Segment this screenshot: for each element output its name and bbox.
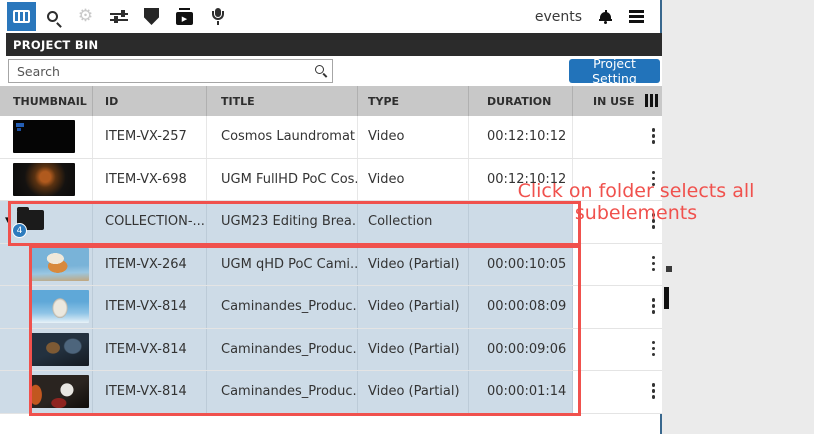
item-title: Caminandes_Produc... (207, 286, 358, 328)
item-type: Video (Partial) (358, 329, 469, 371)
video-thumbnail[interactable] (31, 290, 89, 323)
microphone-icon (211, 8, 225, 25)
panel-titlebar: PROJECT BIN (6, 33, 662, 56)
search-row: Project Setting (0, 56, 662, 86)
microphone-tool-button[interactable] (201, 2, 234, 31)
column-settings-icon[interactable] (645, 94, 658, 107)
media-player-icon: ▶ (176, 12, 193, 25)
item-id: COLLECTION-... (93, 201, 207, 243)
panel-title: PROJECT BIN (13, 38, 98, 52)
item-duration: 00:00:10:05 (469, 244, 573, 286)
video-thumbnail[interactable] (13, 163, 75, 196)
video-thumbnail[interactable] (13, 120, 75, 153)
workflow-tool-button-disabled: ⚙ (69, 2, 102, 31)
in-use-cell (573, 371, 662, 413)
item-duration: 00:12:10:12 (469, 116, 573, 158)
item-type: Video (Partial) (358, 286, 469, 328)
item-duration: 00:12:10:12 (469, 159, 573, 201)
table-row-child[interactable]: ITEM-VX-264 UGM qHD PoC Cami... Video (P… (0, 244, 662, 287)
item-id: ITEM-VX-257 (93, 116, 207, 158)
cursor-artifact (666, 266, 672, 272)
item-title: Cosmos Laundromat (207, 116, 358, 158)
item-type: Video (Partial) (358, 244, 469, 286)
in-use-cell (573, 286, 662, 328)
table-row-collection[interactable]: ▾ 4 COLLECTION-... UGM23 Editing Brea...… (0, 201, 662, 244)
item-duration (469, 201, 573, 243)
app-window: ⚙ ▶ events PROJECT BIN Project Setting (0, 0, 662, 434)
item-title: UGM qHD PoC Cami... (207, 244, 358, 286)
item-title: UGM FullHD PoC Cos... (207, 159, 358, 201)
table-row-child[interactable]: ITEM-VX-814 Caminandes_Produc... Video (… (0, 329, 662, 372)
item-duration: 00:00:08:09 (469, 286, 573, 328)
project-bin-tool-button[interactable] (7, 2, 36, 31)
column-header-duration[interactable]: DURATION (469, 86, 573, 116)
table-body: ITEM-VX-257 Cosmos Laundromat Video 00:1… (0, 116, 662, 414)
project-setting-button[interactable]: Project Setting (569, 59, 660, 83)
item-duration: 00:00:01:14 (469, 371, 573, 413)
item-duration: 00:00:09:06 (469, 329, 573, 371)
table-header: THUMBNAIL ID TITLE TYPE DURATION IN USE (0, 86, 662, 116)
search-input-icon[interactable] (315, 65, 324, 74)
scrollbar-thumb[interactable] (664, 287, 669, 309)
row-menu-kebab-icon[interactable] (652, 341, 656, 357)
item-id: ITEM-VX-814 (93, 371, 207, 413)
item-type: Video (358, 159, 469, 201)
item-type: Collection (358, 201, 469, 243)
filters-tool-button[interactable] (102, 2, 135, 31)
collection-expand-arrow-icon[interactable]: ▾ (5, 214, 11, 225)
in-use-cell (573, 329, 662, 371)
item-id: ITEM-VX-814 (93, 286, 207, 328)
workflow-icon: ⚙ (78, 8, 93, 25)
in-use-cell (573, 244, 662, 286)
in-use-cell (573, 159, 662, 201)
shield-icon (144, 8, 159, 25)
row-menu-kebab-icon[interactable] (652, 171, 656, 187)
column-header-id[interactable]: ID (93, 86, 207, 116)
item-title: UGM23 Editing Brea... (207, 201, 358, 243)
column-header-inuse[interactable]: IN USE (573, 86, 662, 116)
item-type: Video (358, 116, 469, 158)
events-link[interactable]: events (535, 9, 582, 25)
item-title: Caminandes_Produc... (207, 329, 358, 371)
search-icon (47, 11, 58, 22)
item-id: ITEM-VX-814 (93, 329, 207, 371)
search-box (8, 59, 333, 83)
table-row-child[interactable]: ITEM-VX-814 Caminandes_Produc... Video (… (0, 371, 662, 414)
column-header-thumbnail[interactable]: THUMBNAIL (0, 86, 93, 116)
column-header-title[interactable]: TITLE (207, 86, 358, 116)
collection-count-badge: 4 (12, 223, 27, 238)
video-thumbnail[interactable] (31, 333, 89, 366)
shield-tool-button[interactable] (135, 2, 168, 31)
desktop-background (664, 0, 814, 434)
project-bin-icon (13, 10, 30, 23)
row-menu-kebab-icon[interactable] (652, 213, 656, 229)
search-input[interactable] (9, 60, 332, 82)
item-type: Video (Partial) (358, 371, 469, 413)
row-menu-kebab-icon[interactable] (652, 298, 656, 314)
row-menu-kebab-icon[interactable] (652, 256, 656, 272)
media-player-tool-button[interactable]: ▶ (168, 2, 201, 31)
table-row[interactable]: ITEM-VX-257 Cosmos Laundromat Video 00:1… (0, 116, 662, 159)
table-row-child[interactable]: ITEM-VX-814 Caminandes_Produc... Video (… (0, 286, 662, 329)
item-title: Caminandes_Produc... (207, 371, 358, 413)
notifications-bell-icon[interactable] (599, 10, 612, 24)
column-header-type[interactable]: TYPE (358, 86, 469, 116)
video-thumbnail[interactable] (31, 375, 89, 408)
in-use-cell (573, 116, 662, 158)
search-tool-button[interactable] (36, 2, 69, 31)
row-menu-kebab-icon[interactable] (652, 128, 656, 144)
hamburger-menu-icon[interactable] (629, 10, 644, 23)
screen: ⚙ ▶ events PROJECT BIN Project Setting (0, 0, 814, 434)
row-menu-kebab-icon[interactable] (652, 383, 656, 399)
video-thumbnail[interactable] (31, 248, 89, 281)
table-row[interactable]: ITEM-VX-698 UGM FullHD PoC Cos... Video … (0, 159, 662, 202)
top-toolbar: ⚙ ▶ events (0, 0, 660, 33)
in-use-cell (573, 201, 662, 243)
item-id: ITEM-VX-698 (93, 159, 207, 201)
item-id: ITEM-VX-264 (93, 244, 207, 286)
sliders-icon (110, 10, 128, 24)
